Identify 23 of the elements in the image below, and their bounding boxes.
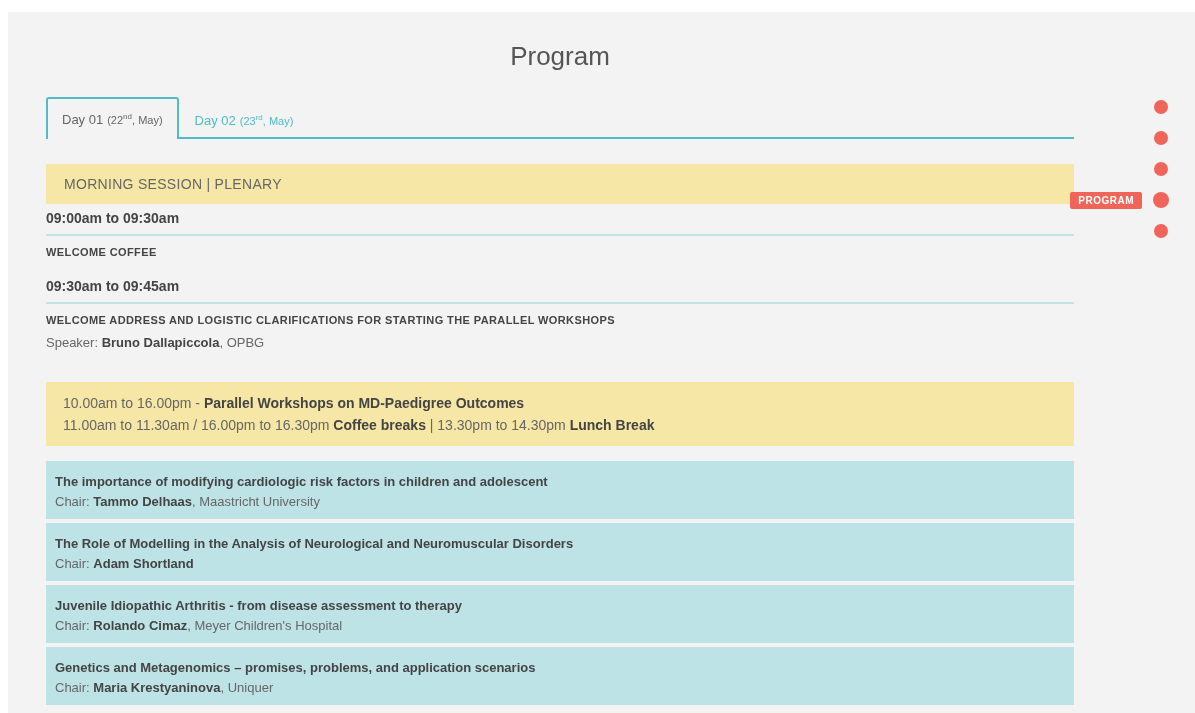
- section-label: PROGRAM: [1070, 191, 1142, 209]
- chair-line: Chair: Tammo Delhaas, Maastricht University: [55, 493, 321, 511]
- banner-line: 10.00am to 16.00pm - Parallel Workshops on MD-Paedigree Outcomes: [63, 394, 526, 413]
- banner-line: 11.00am to 11.30am / 16.00pm to 16.30pm Coffee breaks | 13.30pm to 14.30pm Lunch Break: [63, 416, 656, 435]
- nav-dot[interactable]: [1154, 100, 1168, 114]
- workshop-title: Genetics and Metagenomics – promises, problems, and application scenarios: [55, 659, 537, 677]
- nav-dot[interactable]: [1154, 193, 1168, 207]
- nav-dot[interactable]: [1154, 162, 1168, 176]
- session-header: MORNING SESSION | PLENARY: [46, 164, 1074, 204]
- chair-line: Chair: Adam Shortland: [55, 555, 195, 573]
- day-tab[interactable]: Day 01 (22$^{nd}$, May): [46, 97, 179, 139]
- chair-line: Chair: Rolando Cimaz, Meyer Children's Hospital: [55, 617, 344, 635]
- chair-line: Chair: Maria Krestyaninova, Uniquer: [55, 679, 275, 697]
- time-range: 09:00am to 09:30am: [46, 204, 1074, 236]
- nav-dot[interactable]: [1154, 131, 1168, 145]
- speaker-line: Speaker: Bruno Dallapiccola, OPBG: [46, 335, 266, 350]
- slot-title: WELCOME ADDRESS AND LOGISTIC CLARIFICATIONS FOR STARTING THE PARALLEL WORKSHOPS: [46, 314, 616, 326]
- nav-dot[interactable]: [1154, 224, 1168, 238]
- workshop-title: Juvenile Idiopathic Arthritis - from disease assessment to therapy: [55, 597, 463, 615]
- slot-title: WELCOME COFFEE: [46, 246, 158, 258]
- time-range: 09:30am to 09:45am: [46, 272, 1074, 304]
- workshop-title: The Role of Modelling in the Analysis of Neurological and Neuromuscular Disorders: [55, 535, 575, 553]
- workshop-title: The importance of modifying cardiologic risk factors in children and adolescent: [55, 473, 549, 491]
